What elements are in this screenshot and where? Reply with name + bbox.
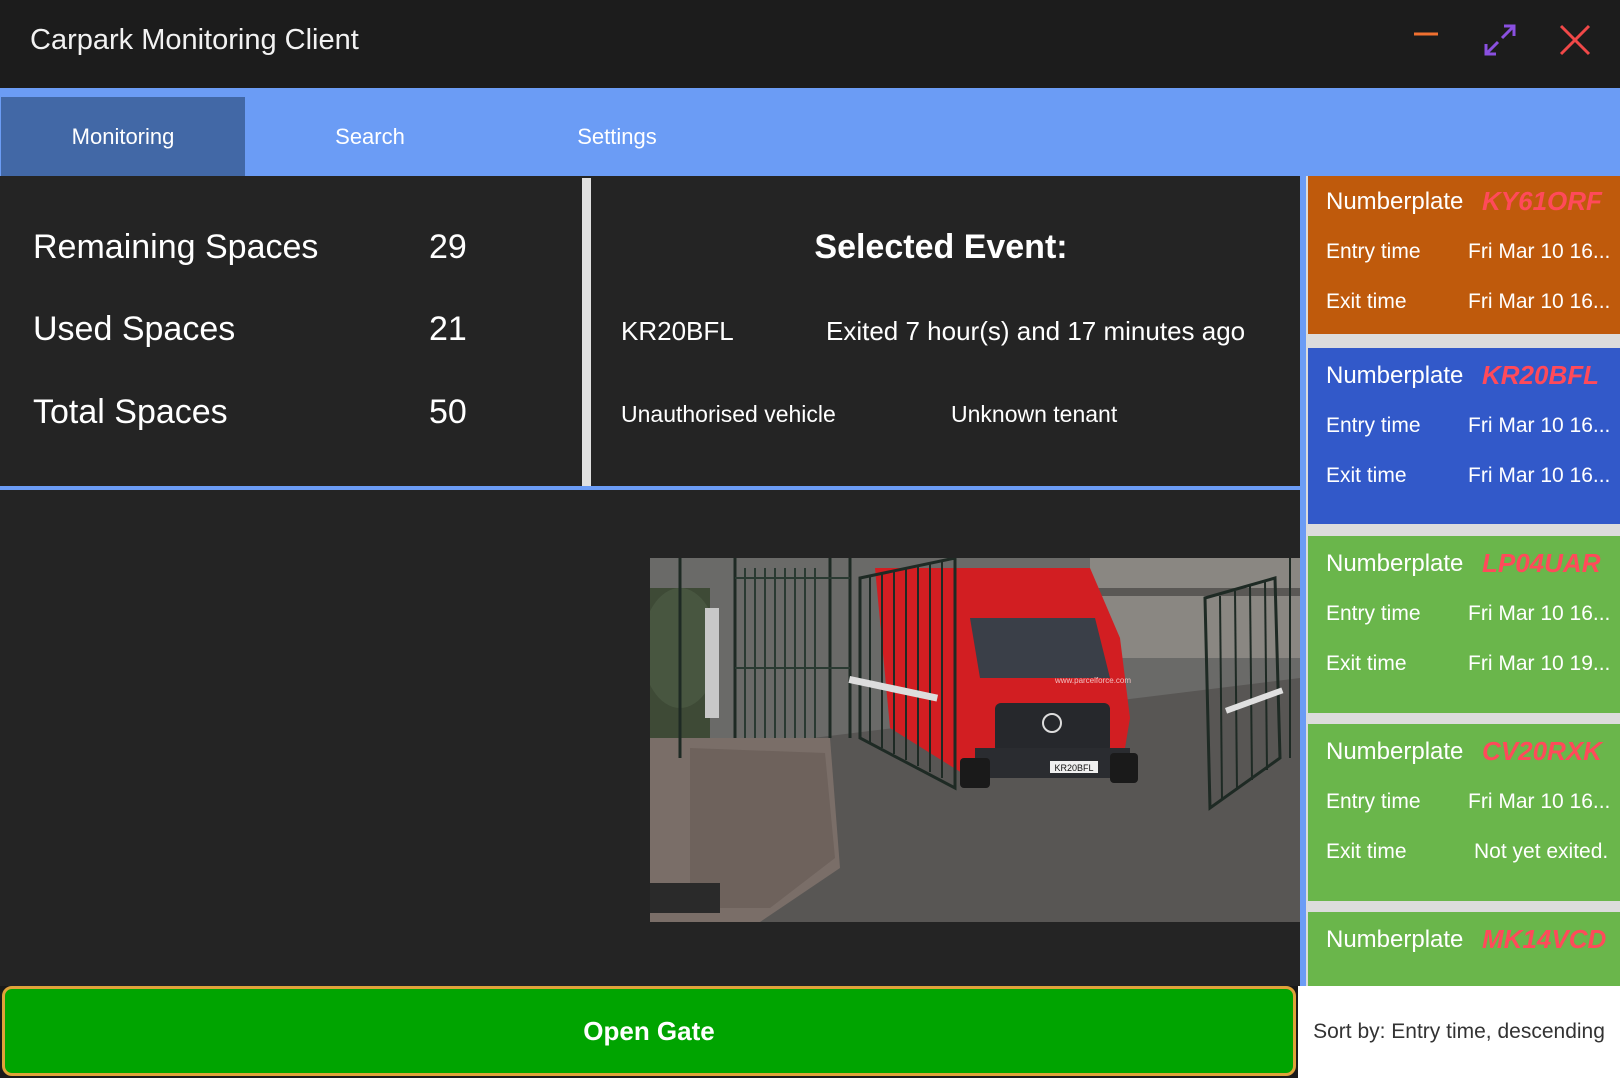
- vertical-divider: [582, 178, 591, 486]
- space-stats: Remaining Spaces 29 Used Spaces 21 Total…: [0, 176, 582, 486]
- event-list[interactable]: Numberplate KY61ORF Entry time Fri Mar 1…: [1300, 176, 1620, 986]
- event-card[interactable]: Numberplate KY61ORF Entry time Fri Mar 1…: [1308, 176, 1620, 334]
- selected-event-heading: Selected Event:: [814, 228, 1068, 266]
- selected-event-plate: KR20BFL: [621, 316, 734, 346]
- numberplate-label: Numberplate: [1326, 926, 1464, 953]
- title-bar: Carpark Monitoring Client: [0, 0, 1620, 88]
- minimize-icon: [1414, 32, 1438, 36]
- event-card[interactable]: Numberplate KR20BFL Entry time Fri Mar 1…: [1308, 348, 1620, 524]
- horizontal-divider: [0, 486, 1300, 490]
- entry-time-value: Fri Mar 10 16...: [1468, 240, 1611, 263]
- event-list-edge: [1300, 176, 1306, 986]
- tab-bar: Monitoring Search Settings: [0, 88, 1620, 176]
- exit-time-label: Exit time: [1326, 464, 1407, 487]
- maximize-icon: [1484, 24, 1516, 56]
- entry-time-label: Entry time: [1326, 790, 1421, 813]
- total-spaces-value: 50: [429, 393, 467, 431]
- entry-time-label: Entry time: [1326, 240, 1421, 263]
- monitoring-panel: Remaining Spaces 29 Used Spaces 21 Total…: [0, 176, 1300, 986]
- numberplate-label: Numberplate: [1326, 188, 1464, 215]
- remaining-spaces-value: 29: [429, 228, 467, 266]
- total-spaces-label: Total Spaces: [33, 393, 228, 431]
- event-card[interactable]: Numberplate MK14VCD: [1308, 912, 1620, 986]
- exit-time-label: Exit time: [1326, 290, 1407, 313]
- selected-event-status: Exited 7 hour(s) and 17 minutes ago: [826, 316, 1246, 346]
- entry-time-value: Fri Mar 10 16...: [1468, 602, 1611, 625]
- exit-time-label: Exit time: [1326, 840, 1407, 863]
- numberplate-value: MK14VCD: [1482, 924, 1607, 954]
- close-icon: [1559, 24, 1591, 56]
- numberplate-label: Numberplate: [1326, 362, 1464, 389]
- entry-time-value: Fri Mar 10 16...: [1468, 790, 1611, 813]
- app-title: Carpark Monitoring Client: [30, 24, 359, 56]
- exit-time-value: Fri Mar 10 16...: [1468, 290, 1611, 313]
- exit-time-value: Not yet exited.: [1474, 840, 1609, 863]
- event-card[interactable]: Numberplate CV20RXK Entry time Fri Mar 1…: [1308, 724, 1620, 901]
- tab-search[interactable]: Search: [248, 97, 492, 176]
- tab-monitoring[interactable]: Monitoring: [1, 97, 245, 176]
- camera-van-text: www.parcelforce.com: [1054, 676, 1131, 685]
- numberplate-label: Numberplate: [1326, 550, 1464, 577]
- exit-time-value: Fri Mar 10 16...: [1468, 464, 1611, 487]
- camera-image: KR20BFL www.parcelforce.com: [650, 558, 1300, 922]
- minimize-button[interactable]: [1404, 18, 1448, 62]
- exit-time-value: Fri Mar 10 19...: [1468, 652, 1611, 675]
- camera-snapshot: KR20BFL www.parcelforce.com: [650, 558, 1300, 922]
- event-card[interactable]: Numberplate LP04UAR Entry time Fri Mar 1…: [1308, 536, 1620, 713]
- sort-dropdown[interactable]: Sort by: Entry time, descending: [1298, 986, 1620, 1078]
- numberplate-value: KY61ORF: [1482, 186, 1602, 216]
- selected-event-panel: Selected Event: KR20BFL Exited 7 hour(s)…: [591, 176, 1300, 486]
- close-button[interactable]: [1553, 18, 1597, 62]
- exit-time-label: Exit time: [1326, 652, 1407, 675]
- entry-time-label: Entry time: [1326, 414, 1421, 437]
- maximize-button[interactable]: [1478, 18, 1522, 62]
- numberplate-value: KR20BFL: [1482, 360, 1600, 390]
- numberplate-label: Numberplate: [1326, 738, 1464, 765]
- tab-settings[interactable]: Settings: [495, 97, 739, 176]
- remaining-spaces-label: Remaining Spaces: [33, 228, 319, 266]
- open-gate-button[interactable]: Open Gate: [2, 986, 1296, 1076]
- camera-plate-text: KR20BFL: [1054, 763, 1093, 773]
- numberplate-value: LP04UAR: [1482, 548, 1601, 578]
- entry-time-value: Fri Mar 10 16...: [1468, 414, 1611, 437]
- entry-time-label: Entry time: [1326, 602, 1421, 625]
- used-spaces-value: 21: [429, 310, 467, 348]
- numberplate-value: CV20RXK: [1482, 736, 1602, 766]
- selected-event-tenant: Unknown tenant: [951, 401, 1118, 427]
- selected-event-authorisation: Unauthorised vehicle: [621, 401, 836, 427]
- used-spaces-label: Used Spaces: [33, 310, 236, 348]
